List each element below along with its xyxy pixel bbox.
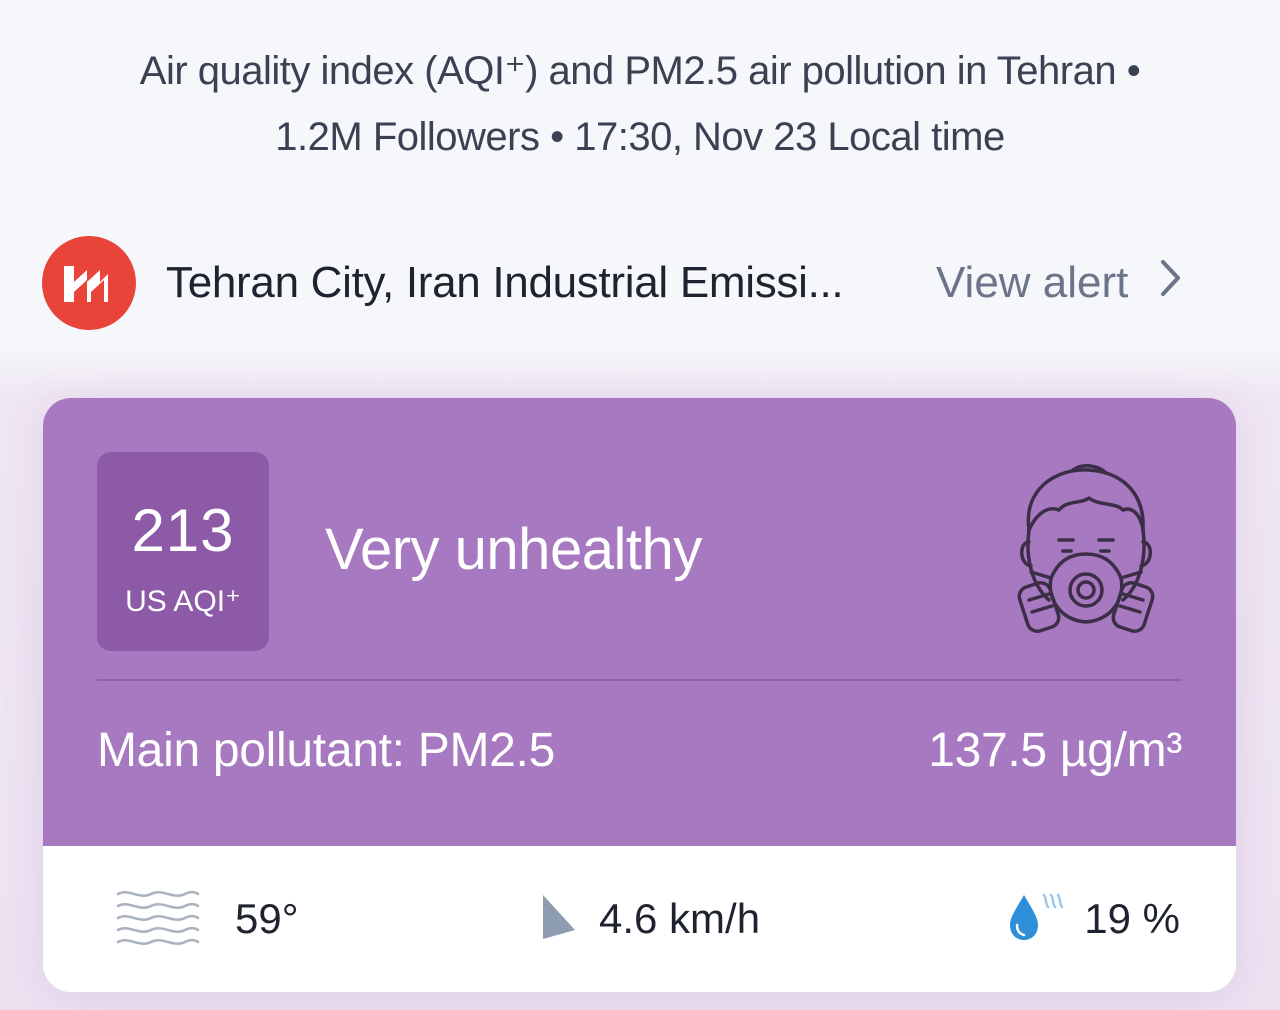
haze-icon [115,886,201,953]
aqi-badge: 213 US AQI⁺ [97,452,269,651]
page-header: Air quality index (AQI⁺) and PM2.5 air p… [0,38,1280,170]
view-alert-link[interactable]: View alert [936,258,1182,308]
alert-banner[interactable]: Tehran City, Iran Industrial Emissi... V… [42,236,1238,330]
aqi-unit: US AQI⁺ [125,585,241,618]
view-alert-label: View alert [936,258,1129,307]
wind-direction-icon [537,892,577,947]
aqi-value: 213 [131,497,235,564]
header-meta: 1.2M Followers • 17:30, Nov 23 Local tim… [275,115,1005,159]
aqi-card: 213 US AQI⁺ Very unhealthy Main pollutan… [43,398,1236,992]
industrial-emission-icon [42,236,136,330]
header-title: Air quality index (AQI⁺) and PM2.5 air p… [139,49,1141,93]
humidity-item: 19 % [1006,846,1180,992]
main-pollutant: Main pollutant: PM2.5 [97,723,555,778]
aqi-status: Very unhealthy [325,517,702,582]
wind-item: 4.6 km/h [537,846,760,992]
wind-value: 4.6 km/h [599,895,761,942]
gas-mask-icon [1015,460,1157,644]
temperature-value: 59° [235,895,299,942]
alert-text: Tehran City, Iran Industrial Emissi... [166,258,844,307]
chevron-right-icon [1160,258,1182,308]
humidity-value: 19 % [1084,895,1180,942]
main-pollutant-label: Main pollutant: [97,724,418,777]
weather-bar: 59° 4.6 km/h 19 % [43,846,1236,992]
temperature-item: 59° [115,846,299,992]
aqi-page: Air quality index (AQI⁺) and PM2.5 air p… [0,0,1280,1010]
main-pollutant-name: PM2.5 [417,724,556,777]
card-divider [97,679,1182,681]
humidity-drop-icon [1006,891,1068,948]
aqi-card-header: 213 US AQI⁺ Very unhealthy Main pollutan… [43,398,1236,846]
pollutant-concentration: 137.5 µg/m³ [928,724,1182,777]
